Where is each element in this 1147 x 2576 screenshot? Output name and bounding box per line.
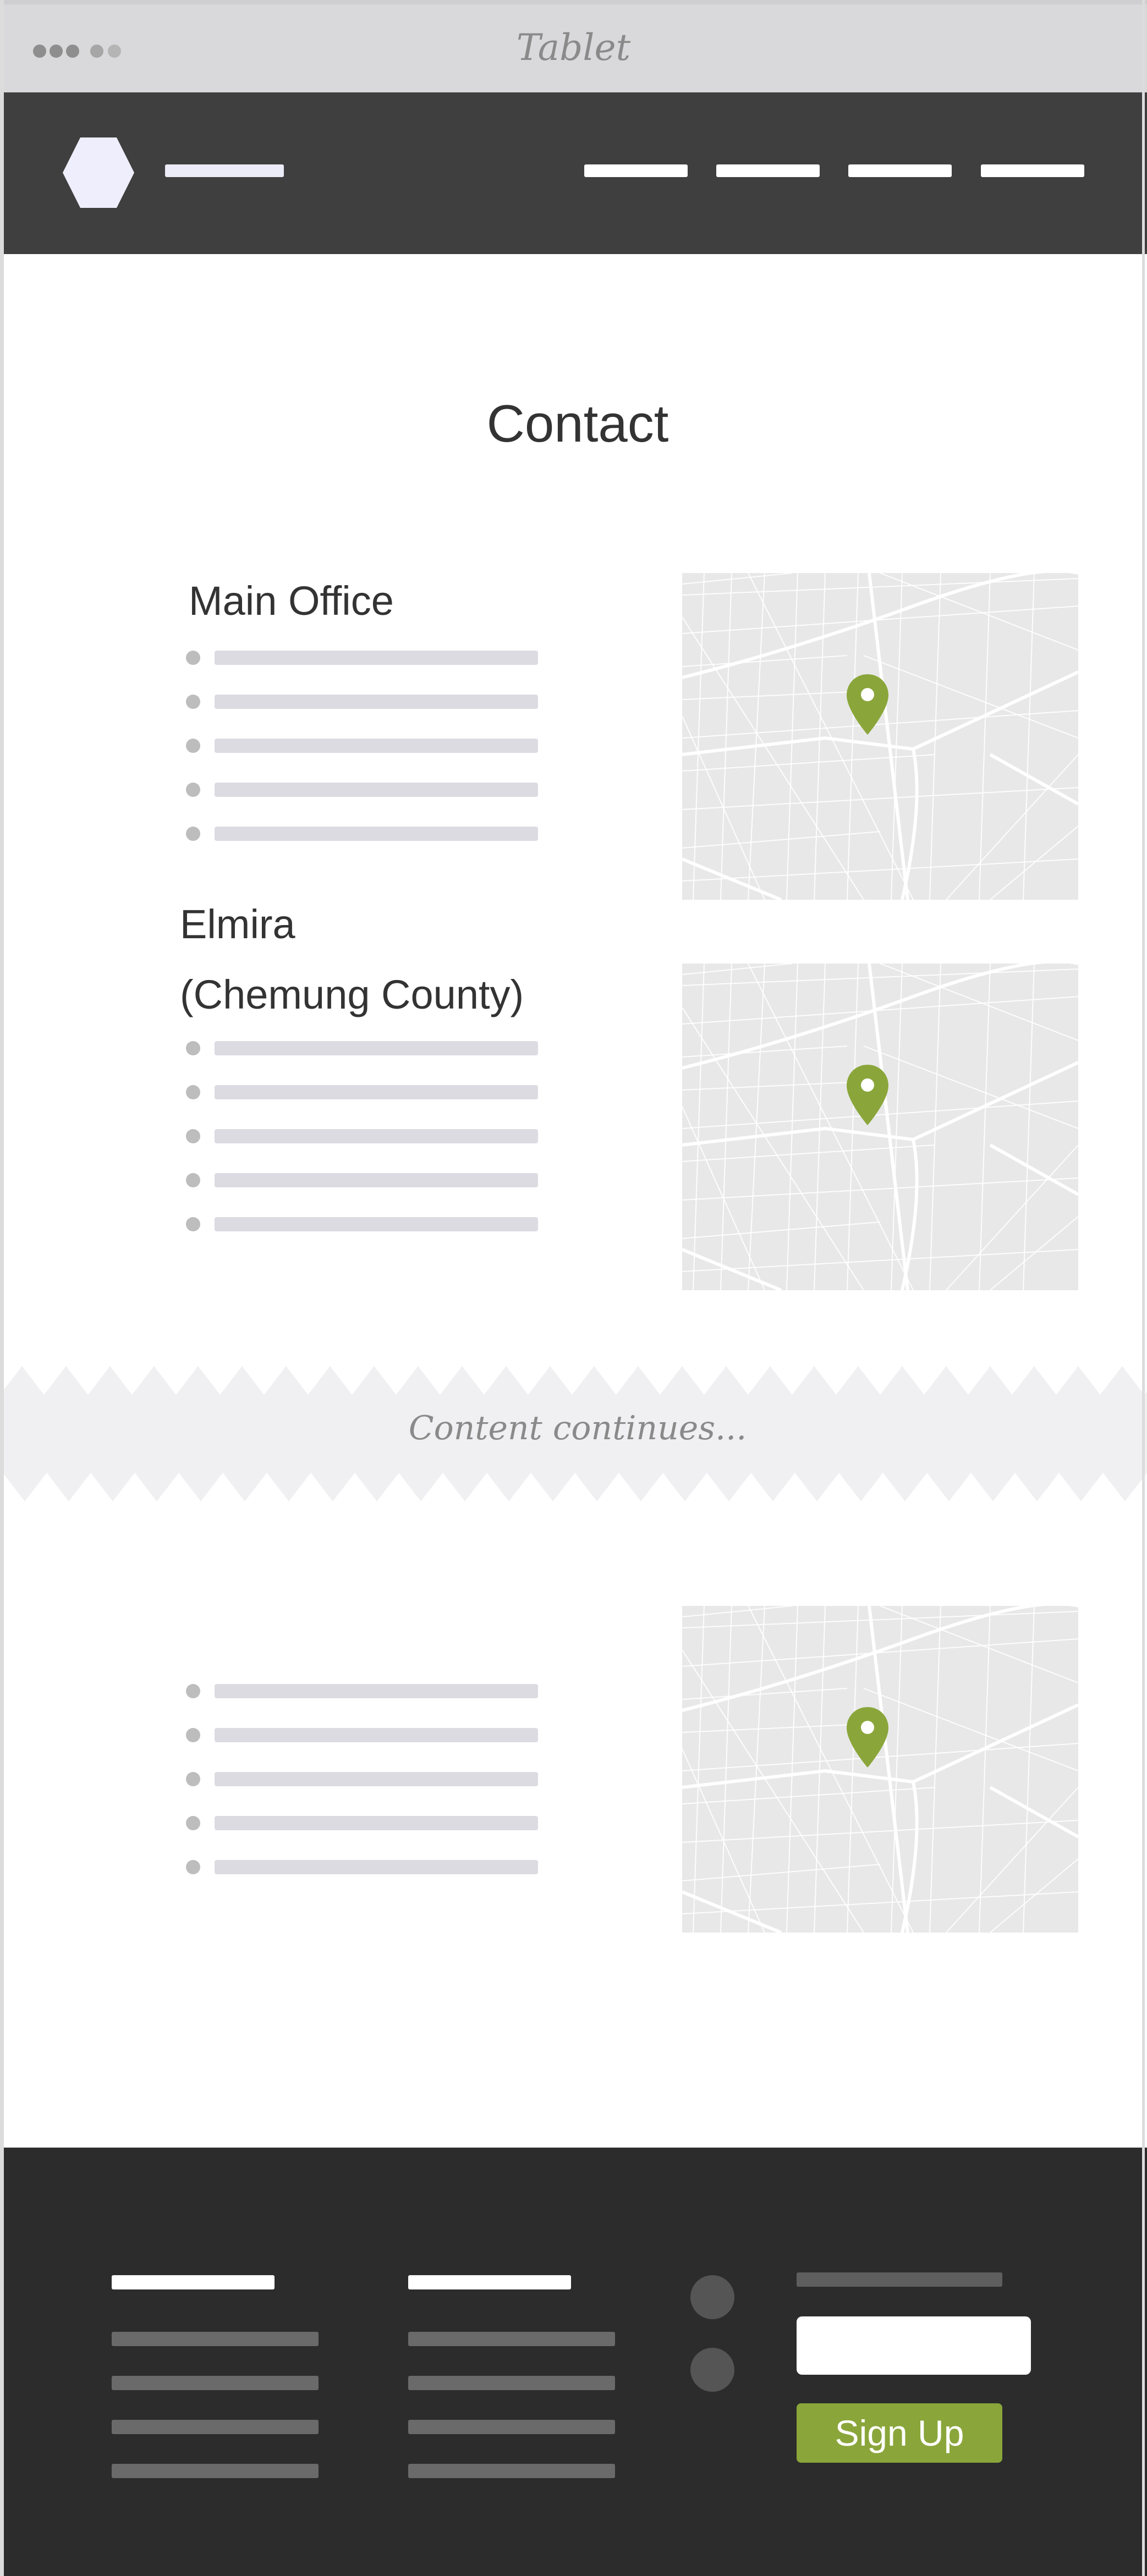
text-line-placeholder (215, 1684, 538, 1698)
footer-column-heading (112, 2275, 275, 2289)
footer-link[interactable] (408, 2332, 615, 2346)
office-map[interactable] (682, 964, 1078, 1290)
list-bullet (186, 651, 200, 665)
sign-up-button[interactable]: Sign Up (797, 2403, 1002, 2463)
text-line-placeholder (215, 651, 538, 665)
footer-link[interactable] (112, 2332, 319, 2346)
list-bullet (186, 1816, 200, 1830)
hexagon-logo-icon[interactable] (62, 135, 135, 210)
text-line-placeholder (215, 1728, 538, 1742)
browser-chrome: Tablet (0, 0, 1147, 92)
text-line-placeholder (215, 827, 538, 841)
text-line-placeholder (215, 695, 538, 709)
social-icon[interactable] (690, 2348, 734, 2392)
list-bullet (186, 827, 200, 841)
list-bullet (186, 1217, 200, 1231)
text-line-placeholder (215, 1085, 538, 1099)
list-bullet (186, 1684, 200, 1698)
text-line-placeholder (215, 783, 538, 797)
window-title: Tablet (516, 26, 631, 69)
list-bullet (186, 739, 200, 753)
newsletter-label (797, 2272, 1002, 2287)
page-title: Contact (486, 394, 669, 453)
footer-link[interactable] (112, 2420, 319, 2434)
office-heading: Elmira (180, 901, 295, 947)
site-header (0, 92, 1147, 254)
nav-item-1[interactable] (584, 164, 688, 177)
social-icon[interactable] (690, 2275, 734, 2319)
nav-item-3[interactable] (848, 164, 952, 177)
site-name-bar[interactable] (165, 164, 284, 177)
footer-link[interactable] (112, 2464, 319, 2478)
list-bullet (186, 1860, 200, 1874)
office-heading: Main Office (189, 578, 394, 624)
office-heading-county: (Chemung County) (180, 972, 524, 1017)
list-bullet (186, 1129, 200, 1143)
footer-link[interactable] (408, 2420, 615, 2434)
email-field[interactable] (797, 2316, 1031, 2375)
footer-link[interactable] (408, 2376, 615, 2390)
list-bullet (186, 1728, 200, 1742)
footer-link[interactable] (408, 2464, 615, 2478)
list-bullet (186, 695, 200, 709)
list-bullet (186, 783, 200, 797)
text-line-placeholder (215, 1041, 538, 1055)
nav-item-2[interactable] (716, 164, 820, 177)
text-line-placeholder (215, 1173, 538, 1187)
list-bullet (186, 1085, 200, 1099)
text-line-placeholder (215, 739, 538, 753)
list-bullet (186, 1772, 200, 1786)
office-map[interactable] (682, 573, 1078, 900)
text-line-placeholder (215, 1816, 538, 1830)
office-map[interactable] (682, 1606, 1078, 1933)
text-line-placeholder (215, 1860, 538, 1874)
list-bullet (186, 1041, 200, 1055)
nav-item-4[interactable] (981, 164, 1084, 177)
text-line-placeholder (215, 1129, 538, 1143)
content-continues-label: Content continues... (408, 1409, 747, 1447)
footer-column-heading (408, 2275, 571, 2289)
text-line-placeholder (215, 1772, 538, 1786)
site-footer: Sign Up (0, 2148, 1147, 2576)
footer-link[interactable] (112, 2376, 319, 2390)
text-line-placeholder (215, 1217, 538, 1231)
list-bullet (186, 1173, 200, 1187)
